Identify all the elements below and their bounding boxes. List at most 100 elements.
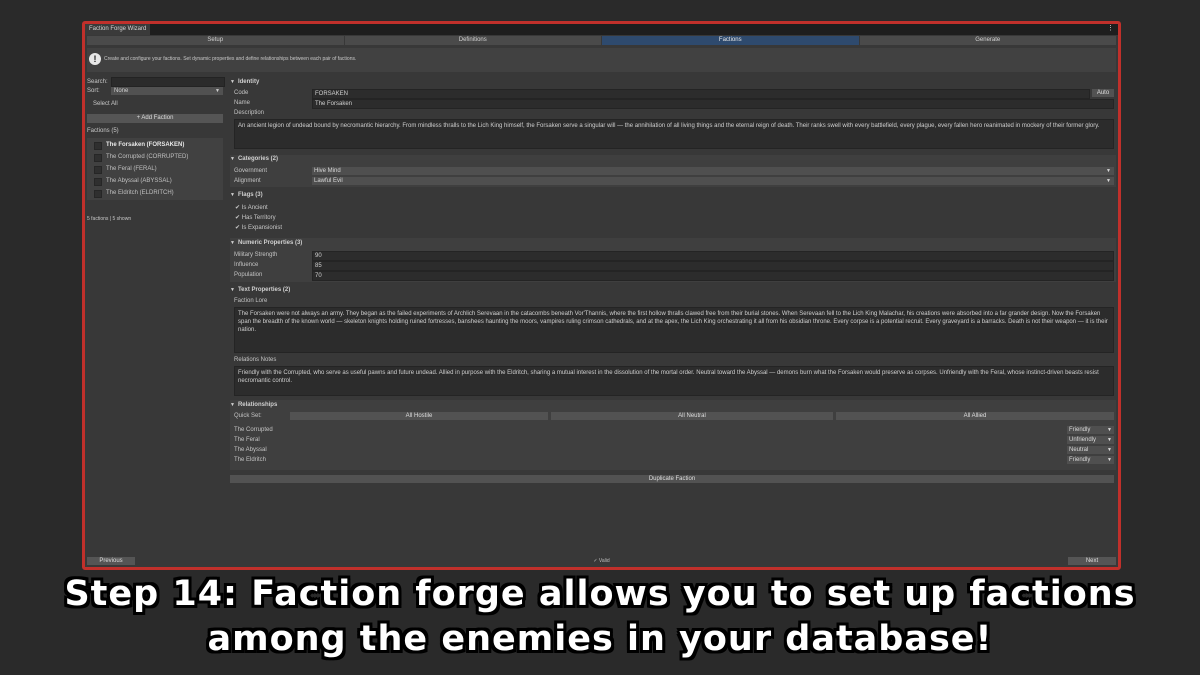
relation-value: Friendly xyxy=(1069,427,1091,433)
validation-status: ✓ Valid xyxy=(593,558,610,564)
info-box: ! Create and configure your factions. Se… xyxy=(87,48,1116,72)
relation-label-eldritch: The Eldritch xyxy=(234,457,267,463)
faction-list-item[interactable]: The Corrupted (CORRUPTED) xyxy=(87,151,223,163)
relationships-header-label: Relationships xyxy=(237,402,278,408)
sort-value: None xyxy=(114,88,129,94)
influence-field[interactable]: 85 xyxy=(312,261,1114,271)
faction-list: The Forsaken (FORSAKEN) The Corrupted (C… xyxy=(87,138,223,200)
alignment-dropdown[interactable]: Lawful Evil ▼ xyxy=(312,177,1114,185)
code-field[interactable]: FORSAKEN xyxy=(312,89,1090,99)
foldout-icon: ▼ xyxy=(230,79,235,85)
next-button[interactable]: Next xyxy=(1068,557,1116,565)
faction-checkbox[interactable] xyxy=(94,154,102,162)
numeric-section-header[interactable]: ▼ Numeric Properties (3) xyxy=(230,240,1116,246)
faction-list-item[interactable]: The Eldritch (ELDRITCH) xyxy=(87,187,223,199)
faction-list-item[interactable]: The Abyssal (ABYSSAL) xyxy=(87,175,223,187)
is-ancient-checkbox[interactable]: ✔ Is Ancient xyxy=(235,204,268,211)
foldout-icon: ▼ xyxy=(230,287,235,293)
name-field[interactable]: The Forsaken xyxy=(312,99,1114,109)
name-label: Name xyxy=(234,100,251,106)
foldout-icon: ▼ xyxy=(230,240,235,246)
chevron-down-icon: ▼ xyxy=(1107,457,1112,463)
faction-checkbox[interactable] xyxy=(94,142,102,150)
quick-set-label: Quick Set: xyxy=(234,413,262,419)
foldout-icon: ▼ xyxy=(230,156,235,162)
all-hostile-button[interactable]: All Hostile xyxy=(290,412,548,420)
window-title-tab[interactable]: Faction Forge Wizard xyxy=(85,24,151,35)
faction-item-label: The Forsaken (FORSAKEN) xyxy=(106,142,185,148)
foldout-icon: ▼ xyxy=(230,192,235,198)
flags-section-header[interactable]: ▼ Flags (3) xyxy=(230,192,1116,198)
categories-header-label: Categories (2) xyxy=(237,156,278,162)
government-value: Hive Mind xyxy=(314,168,341,174)
faction-item-label: The Abyssal (ABYSSAL) xyxy=(106,178,172,184)
faction-lore-field[interactable]: The Forsaken were not always an army. Th… xyxy=(234,307,1114,353)
search-label: Search: xyxy=(87,79,108,85)
chevron-down-icon: ▼ xyxy=(215,88,220,94)
check-icon: ✔ xyxy=(235,215,242,221)
auto-button[interactable]: Auto xyxy=(1092,89,1114,97)
sort-dropdown[interactable]: None ▼ xyxy=(111,87,223,95)
all-neutral-button[interactable]: All Neutral xyxy=(551,412,833,420)
tab-setup[interactable]: Setup xyxy=(87,36,344,45)
alignment-label: Alignment xyxy=(234,178,261,184)
faction-forge-window: Faction Forge Wizard ⋮ Setup Definitions… xyxy=(85,24,1118,567)
military-strength-field[interactable]: 90 xyxy=(312,251,1114,261)
chevron-down-icon: ▼ xyxy=(1107,447,1112,453)
faction-lore-label: Faction Lore xyxy=(234,298,268,304)
relation-value: Unfriendly xyxy=(1069,437,1097,443)
check-icon: ✔ xyxy=(235,225,242,231)
identity-section-header[interactable]: ▼ Identity xyxy=(230,79,1116,85)
relation-dropdown-feral[interactable]: Unfriendly ▼ xyxy=(1067,436,1114,444)
wizard-footer: Previous ✓ Valid Next xyxy=(85,555,1118,567)
window-menu-icon[interactable]: ⋮ xyxy=(1107,24,1114,34)
quick-set-buttons: All Hostile All Neutral All Allied xyxy=(290,412,1114,420)
faction-list-header: Factions (5) xyxy=(87,128,119,134)
add-faction-button[interactable]: + Add Faction xyxy=(87,114,223,123)
faction-list-item[interactable]: The Forsaken (FORSAKEN) xyxy=(87,139,223,151)
faction-detail-panel: ▼ Identity Code FORSAKEN Auto Name The Fo… xyxy=(230,75,1116,553)
relation-value: Friendly xyxy=(1069,457,1091,463)
relation-dropdown-corrupted[interactable]: Friendly ▼ xyxy=(1067,426,1114,434)
relations-notes-label: Relations Notes xyxy=(234,357,277,363)
is-expansionist-label: Is Expansionist xyxy=(241,225,283,231)
all-allied-button[interactable]: All Allied xyxy=(836,412,1114,420)
relationships-section-header[interactable]: ▼ Relationships xyxy=(230,402,1116,408)
faction-item-label: The Feral (FERAL) xyxy=(106,166,157,172)
alignment-value: Lawful Evil xyxy=(314,178,343,184)
chevron-down-icon: ▼ xyxy=(1107,437,1112,443)
tab-factions[interactable]: Factions xyxy=(602,36,859,45)
description-field[interactable]: An ancient legion of undead bound by nec… xyxy=(234,119,1114,149)
faction-list-item[interactable]: The Feral (FERAL) xyxy=(87,163,223,175)
relation-dropdown-eldritch[interactable]: Friendly ▼ xyxy=(1067,456,1114,464)
tab-generate[interactable]: Generate xyxy=(859,36,1116,45)
faction-list-panel: Search: Sort: None ▼ Select All + Add Fa… xyxy=(85,74,225,553)
search-input[interactable] xyxy=(111,77,225,87)
population-field[interactable]: 70 xyxy=(312,271,1114,281)
categories-section-header[interactable]: ▼ Categories (2) xyxy=(230,156,1116,162)
is-expansionist-checkbox[interactable]: ✔ Is Expansionist xyxy=(235,224,282,231)
title-bar: Faction Forge Wizard ⋮ xyxy=(85,24,1118,35)
military-strength-label: Military Strength xyxy=(234,252,278,258)
text-properties-section-header[interactable]: ▼ Text Properties (2) xyxy=(230,287,1116,293)
foldout-icon: ▼ xyxy=(230,402,235,408)
faction-item-label: The Eldritch (ELDRITCH) xyxy=(106,190,174,196)
description-label: Description xyxy=(234,110,265,116)
relation-dropdown-abyssal[interactable]: Neutral ▼ xyxy=(1067,446,1114,454)
select-all-checkbox[interactable]: Select All xyxy=(93,101,118,107)
faction-checkbox[interactable] xyxy=(94,190,102,198)
faction-checkbox[interactable] xyxy=(94,166,102,174)
tab-definitions[interactable]: Definitions xyxy=(344,36,601,45)
text-properties-header-label: Text Properties (2) xyxy=(237,287,291,293)
influence-label: Influence xyxy=(234,262,259,268)
government-label: Government xyxy=(234,168,268,174)
relations-notes-field[interactable]: Friendly with the Corrupted, who serve a… xyxy=(234,366,1114,396)
identity-header-label: Identity xyxy=(237,79,260,85)
has-territory-checkbox[interactable]: ✔ Has Territory xyxy=(235,214,276,221)
check-icon: ✔ xyxy=(235,205,242,211)
editor-window-frame: Faction Forge Wizard ⋮ Setup Definitions… xyxy=(82,21,1121,570)
government-dropdown[interactable]: Hive Mind ▼ xyxy=(312,167,1114,175)
duplicate-faction-button[interactable]: Duplicate Faction xyxy=(230,475,1114,483)
info-warning-icon: ! xyxy=(89,53,101,65)
faction-checkbox[interactable] xyxy=(94,178,102,186)
